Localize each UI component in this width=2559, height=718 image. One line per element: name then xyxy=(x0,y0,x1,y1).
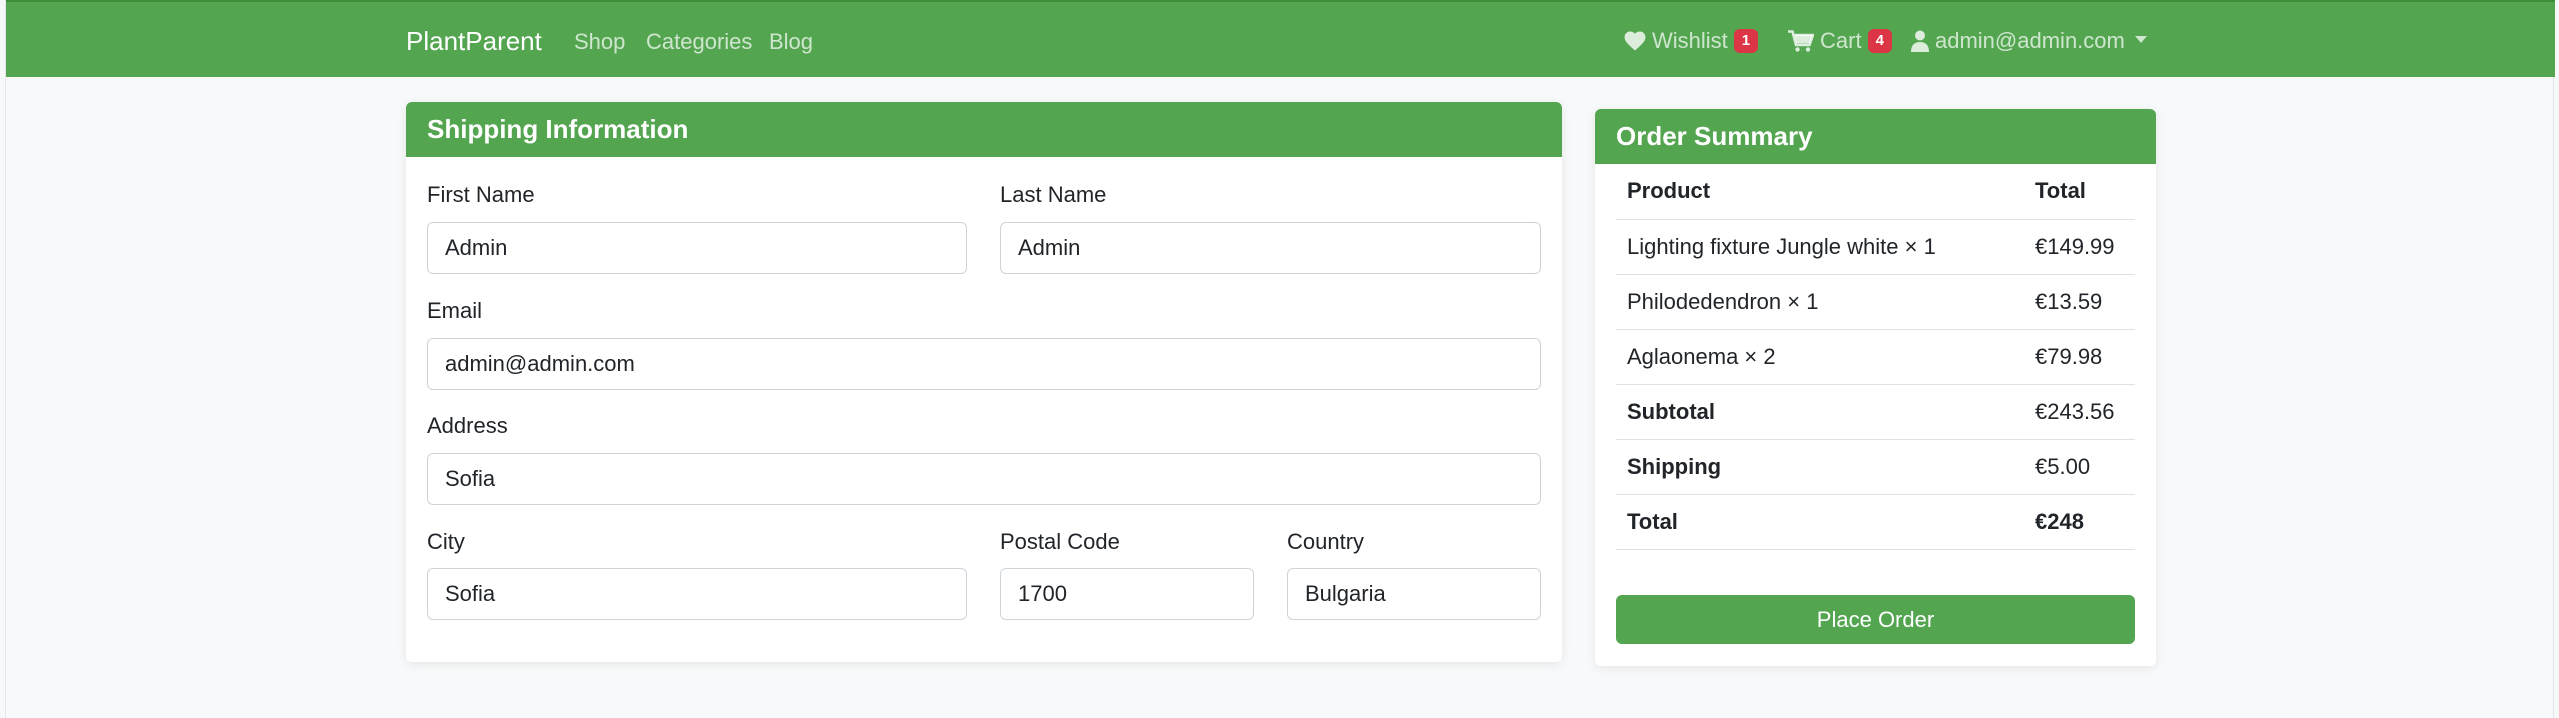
order-summary-table: Product Total Lighting fixture Jungle wh… xyxy=(1616,164,2135,550)
table-row: Philodedendron × 1 €13.59 xyxy=(1616,274,2135,330)
first-name-input[interactable] xyxy=(427,222,967,274)
email-label: Email xyxy=(427,298,483,323)
wishlist-link[interactable]: Wishlist 1 xyxy=(1624,28,1759,54)
postal-code-label: Postal Code xyxy=(1000,529,1120,554)
postal-code-input[interactable] xyxy=(1000,568,1254,620)
nav-link-categories[interactable]: Categories xyxy=(646,29,752,55)
table-header-row: Product Total xyxy=(1616,164,2135,220)
address-input[interactable] xyxy=(427,453,1541,505)
page: PlantParent Shop Categories Blog Wishlis… xyxy=(5,0,2555,718)
item-product: Philodedendron × 1 xyxy=(1616,274,2024,330)
address-label: Address xyxy=(427,413,508,438)
cart-count-badge: 4 xyxy=(1867,29,1892,53)
item-total: €13.59 xyxy=(2024,274,2135,330)
navbar: PlantParent Shop Categories Blog Wishlis… xyxy=(6,0,2555,77)
email-input[interactable] xyxy=(427,338,1541,390)
item-product: Lighting fixture Jungle white × 1 xyxy=(1616,219,2024,275)
shipping-label: Shipping xyxy=(1616,439,2024,495)
user-icon xyxy=(1911,30,1929,52)
table-row: Lighting fixture Jungle white × 1 €149.9… xyxy=(1616,219,2135,275)
first-name-label: First Name xyxy=(427,182,535,207)
nav-link-shop[interactable]: Shop xyxy=(574,29,625,55)
cart-label: Cart xyxy=(1820,28,1862,53)
product-column-header: Product xyxy=(1616,164,2024,220)
item-total: €149.99 xyxy=(2024,219,2135,275)
last-name-label: Last Name xyxy=(1000,182,1107,207)
brand-logo[interactable]: PlantParent xyxy=(406,26,542,57)
shipping-row: Shipping €5.00 xyxy=(1616,439,2135,495)
total-column-header: Total xyxy=(2024,164,2135,220)
cart-link[interactable]: Cart 4 xyxy=(1788,28,1892,54)
country-input[interactable] xyxy=(1287,568,1541,620)
item-product: Aglaonema × 2 xyxy=(1616,329,2024,385)
subtotal-value: €243.56 xyxy=(2024,384,2135,440)
heart-icon xyxy=(1624,31,1646,51)
place-order-button[interactable]: Place Order xyxy=(1616,595,2135,644)
subtotal-label: Subtotal xyxy=(1616,384,2024,440)
wishlist-label: Wishlist xyxy=(1652,28,1728,53)
subtotal-row: Subtotal €243.56 xyxy=(1616,384,2135,440)
item-total: €79.98 xyxy=(2024,329,2135,385)
shipping-card: Shipping Information First Name Last Nam… xyxy=(406,102,1562,662)
shipping-card-title: Shipping Information xyxy=(406,102,1562,157)
chevron-down-icon xyxy=(2134,35,2147,43)
cart-icon xyxy=(1788,30,1814,52)
city-input[interactable] xyxy=(427,568,967,620)
nav-link-blog[interactable]: Blog xyxy=(769,29,813,55)
total-value: €248 xyxy=(2024,494,2135,550)
last-name-input[interactable] xyxy=(1000,222,1541,274)
user-menu-toggle[interactable]: admin@admin.com xyxy=(1911,28,2147,54)
city-label: City xyxy=(427,529,465,554)
total-label: Total xyxy=(1616,494,2024,550)
order-summary-card: Order Summary Product Total Lighting fix… xyxy=(1595,109,2156,666)
total-row: Total €248 xyxy=(1616,494,2135,550)
wishlist-count-badge: 1 xyxy=(1733,29,1759,53)
table-row: Aglaonema × 2 €79.98 xyxy=(1616,329,2135,385)
country-label: Country xyxy=(1287,529,1365,554)
user-email: admin@admin.com xyxy=(1935,28,2125,53)
shipping-value: €5.00 xyxy=(2024,439,2135,495)
order-summary-title: Order Summary xyxy=(1595,109,2156,164)
